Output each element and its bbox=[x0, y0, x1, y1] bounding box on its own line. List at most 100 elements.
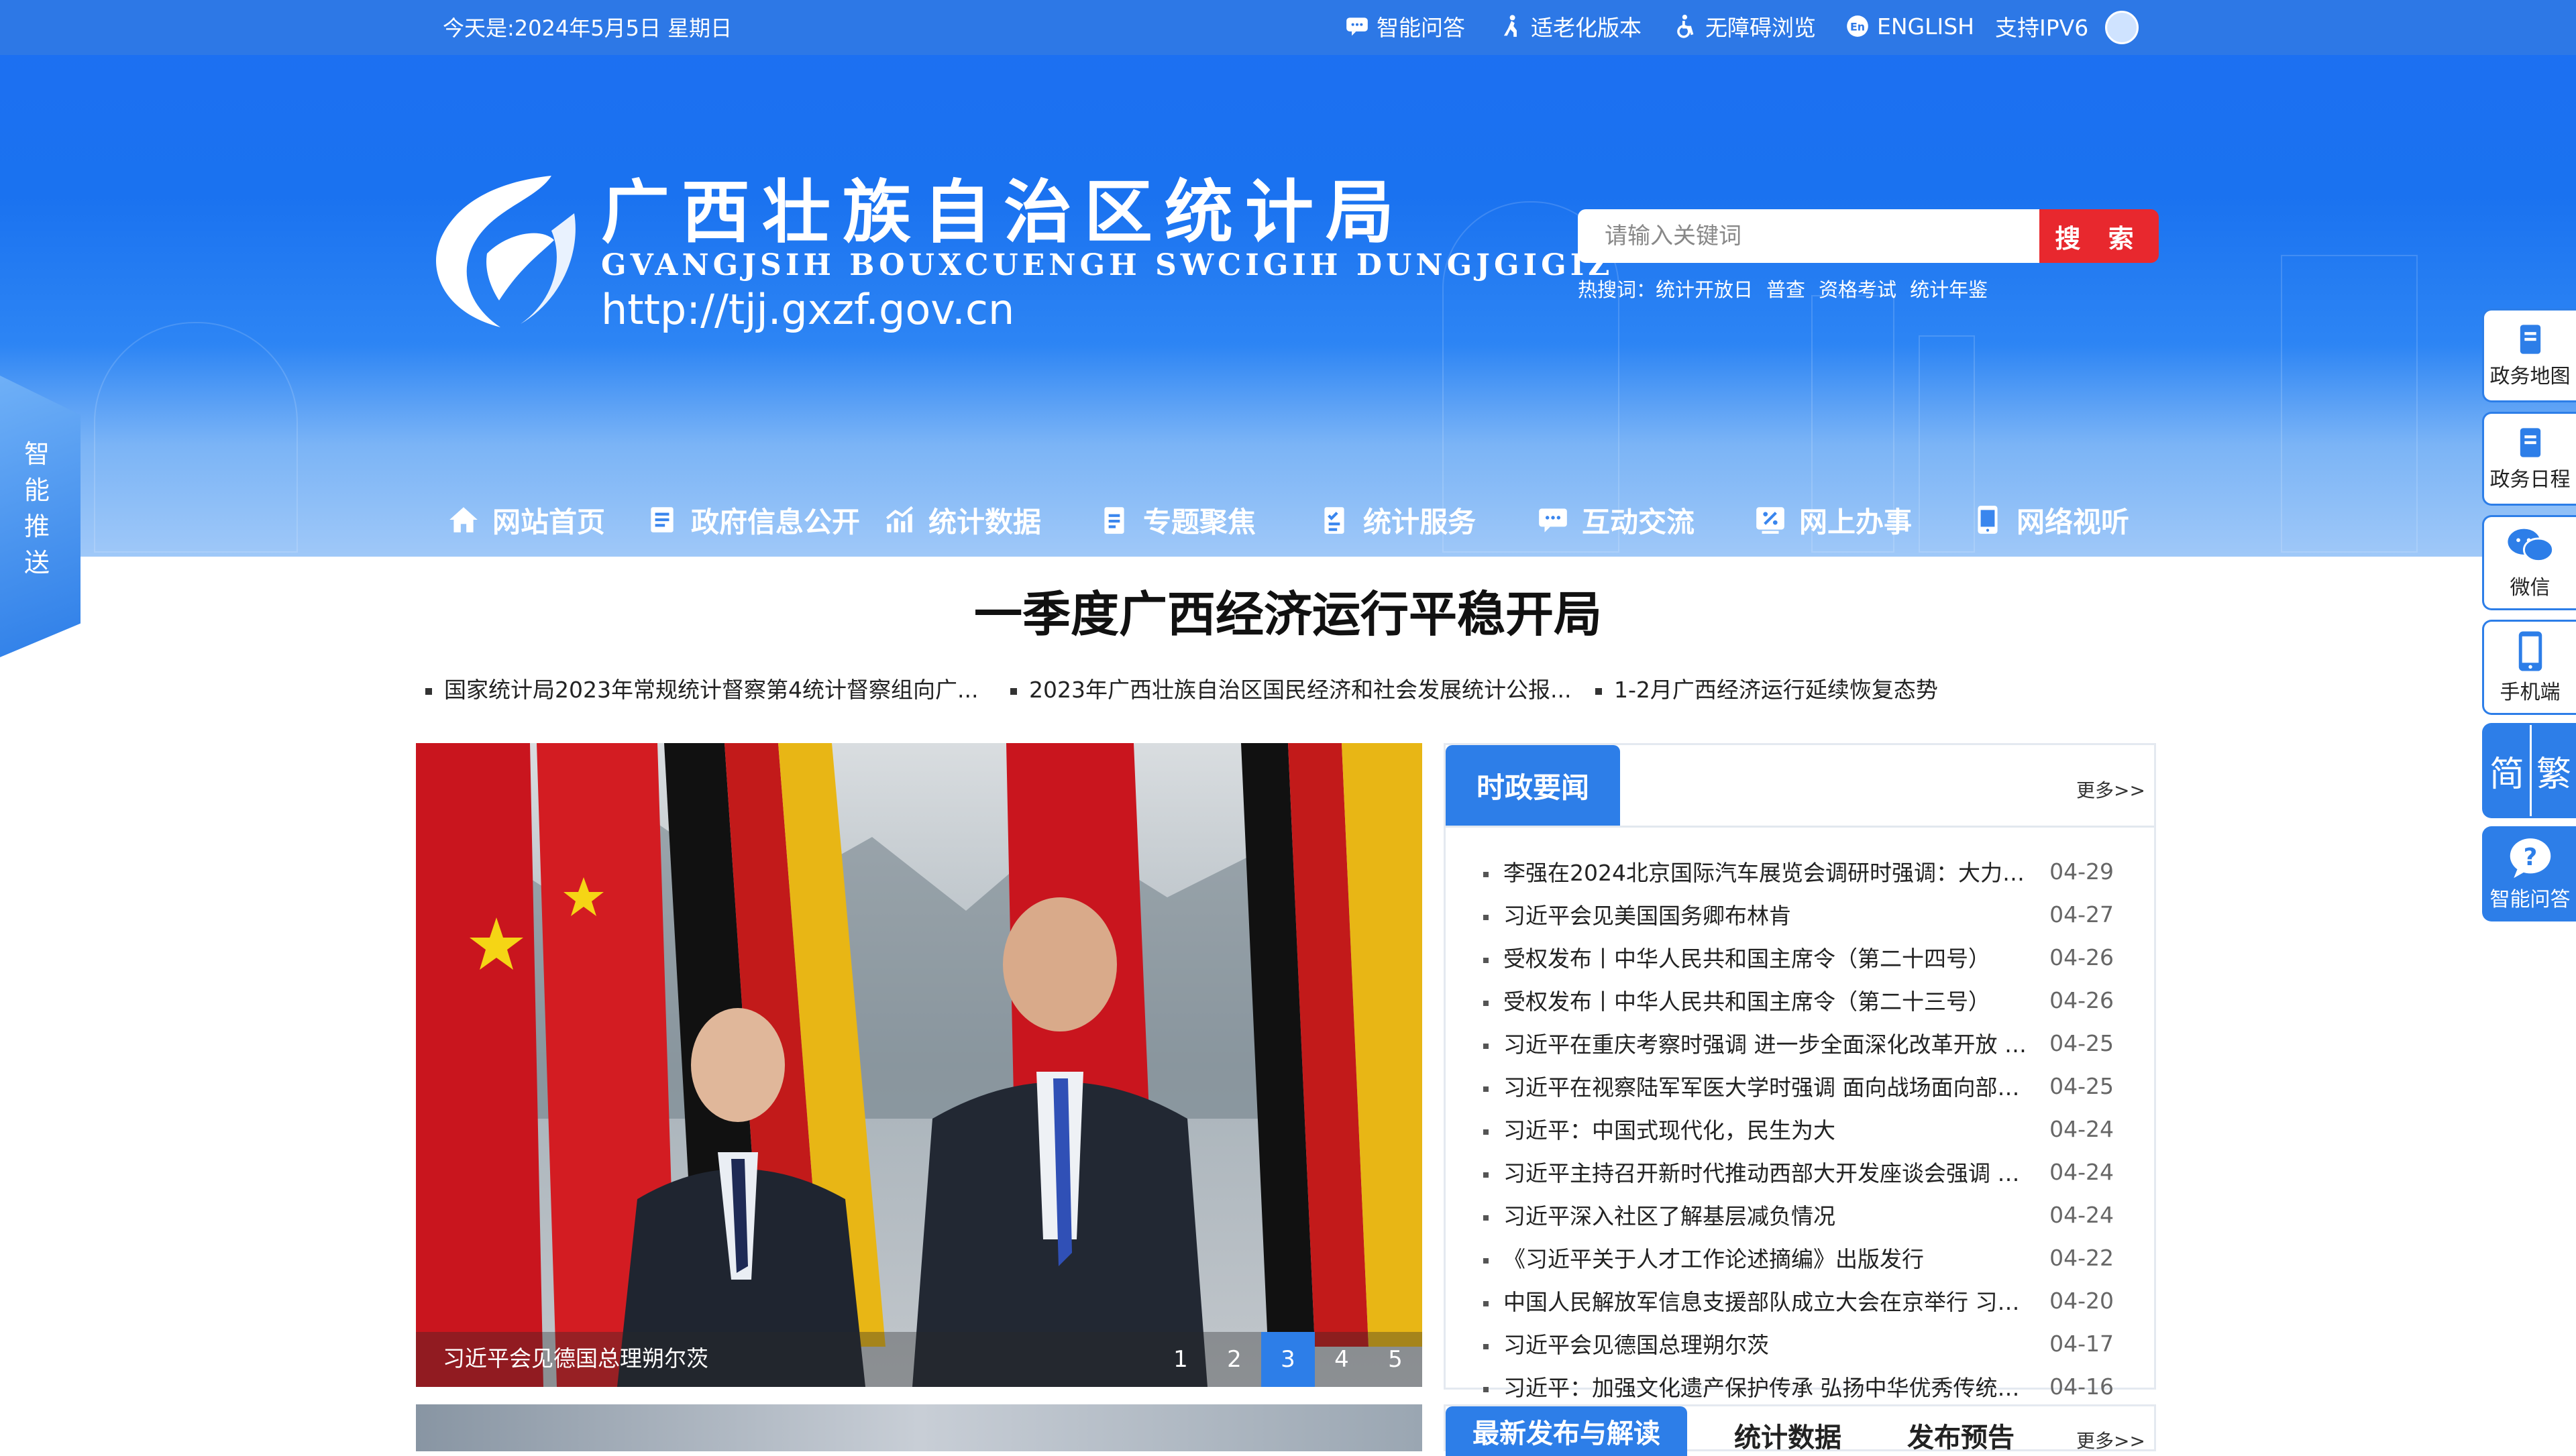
accessibility-icon bbox=[1677, 14, 1694, 38]
document-icon bbox=[651, 507, 674, 533]
nav-online-service[interactable]: 网上办事 bbox=[1754, 499, 1912, 541]
news-item-title[interactable]: 习近平在视察陆军军医大学时强调 面向战场面向部队面... bbox=[1483, 1070, 2027, 1102]
news-item-title[interactable]: 习近平深入社区了解基层减负情况 bbox=[1483, 1198, 2027, 1231]
ipv6-badge-icon bbox=[2105, 11, 2139, 44]
smart-push-char: 能 bbox=[23, 475, 50, 505]
traditional-button[interactable]: 繁 bbox=[2532, 725, 2576, 816]
current-date: 今天是:2024年5月5日 星期日 bbox=[443, 15, 733, 41]
hot-search-words: 热搜词： 统计开放日 普查 资格考试 统计年鉴 bbox=[1578, 276, 1988, 303]
smart-push-char: 智 bbox=[23, 439, 50, 469]
hot-word-1[interactable]: 统计开放日 bbox=[1656, 276, 1753, 303]
slider-page-1[interactable]: 1 bbox=[1154, 1332, 1208, 1387]
top-bar bbox=[0, 0, 2576, 55]
site-subtitle: GVANGJSIH BOUXCUENGH SWCIGIH DUNGJGIGIZ bbox=[601, 248, 1614, 282]
politics-news-panel: 时政要闻 更多>> 李强在2024北京国际汽车展览会调研时强调：大力发展... 0… bbox=[1444, 743, 2156, 1401]
news-item-title[interactable]: 李强在2024北京国际汽车展览会调研时强调：大力发展... bbox=[1483, 855, 2027, 887]
news-item[interactable]: 习近平会见德国总理朔尔茨 04-17 bbox=[1483, 1322, 2127, 1365]
news-item-date: 04-20 bbox=[2049, 1287, 2114, 1314]
bottom-more-link[interactable]: 更多>> bbox=[2076, 1426, 2145, 1453]
news-item-date: 04-25 bbox=[2049, 1072, 2114, 1099]
divider bbox=[1446, 826, 2154, 828]
hot-word-3[interactable]: 资格考试 bbox=[1819, 276, 1896, 303]
news-item-title[interactable]: 习近平主持召开新时代推动西部大开发座谈会强调 进一... bbox=[1483, 1156, 2027, 1188]
news-item[interactable]: 《习近平关于人才工作论述摘编》出版发行 04-22 bbox=[1483, 1236, 2127, 1279]
chat-icon bbox=[1346, 17, 1368, 36]
tab-release-forecast[interactable]: 发布预告 bbox=[1907, 1416, 2015, 1455]
news-item-date: 04-22 bbox=[2049, 1244, 2114, 1271]
news-item-title[interactable]: 中国人民解放军信息支援部队成立大会在京举行 习近平... bbox=[1483, 1284, 2027, 1317]
slider-page-3[interactable]: 3 bbox=[1261, 1332, 1315, 1387]
news-item-title[interactable]: 习近平会见德国总理朔尔茨 bbox=[1483, 1327, 2027, 1359]
news-item[interactable]: 习近平：加强文化遗产保护传承 弘扬中华优秀传统文化 04-16 bbox=[1483, 1365, 2127, 1408]
smart-push-char: 送 bbox=[23, 548, 50, 577]
elder-version-label: 适老化版本 bbox=[1531, 15, 1642, 41]
elder-version-link[interactable]: 适老化版本 bbox=[1499, 9, 1642, 43]
site-logo[interactable] bbox=[420, 166, 594, 334]
english-label: ENGLISH bbox=[1877, 13, 1974, 40]
nav-services[interactable]: 统计服务 bbox=[1318, 499, 1476, 541]
news-item-title[interactable]: 习近平：中国式现代化，民生为大 bbox=[1483, 1113, 2027, 1145]
news-item-date: 04-17 bbox=[2049, 1330, 2114, 1357]
nav-media[interactable]: 网络视听 bbox=[1971, 499, 2129, 541]
gov-map-button[interactable]: 政务地图 bbox=[2482, 309, 2576, 402]
news-more-link[interactable]: 更多>> bbox=[2076, 776, 2145, 803]
smart-push-label[interactable]: 智 能 推 送 bbox=[20, 436, 54, 581]
news-item[interactable]: 习近平在重庆考察时强调 进一步全面深化改革开放 不断... 04-25 bbox=[1483, 1021, 2127, 1064]
english-icon: En bbox=[1847, 15, 1868, 37]
chart-icon bbox=[885, 506, 914, 533]
nav-gov-info[interactable]: 政府信息公开 bbox=[645, 499, 860, 541]
accessibility-link[interactable]: 无障碍浏览 bbox=[1673, 9, 1816, 43]
nav-interaction-label: 互动交流 bbox=[1582, 505, 1695, 539]
calendar-icon bbox=[2520, 428, 2540, 457]
slider-page-4[interactable]: 4 bbox=[1315, 1332, 1368, 1387]
news-item[interactable]: 受权发布丨中华人民共和国主席令（第二十三号） 04-26 bbox=[1483, 978, 2127, 1021]
headline-sub-3[interactable]: 1-2月广西经济运行延续恢复态势 bbox=[1595, 673, 1938, 707]
slider-page-2[interactable]: 2 bbox=[1208, 1332, 1261, 1387]
news-item-title[interactable]: 习近平在重庆考察时强调 进一步全面深化改革开放 不断... bbox=[1483, 1027, 2027, 1059]
second-slider-photo[interactable] bbox=[416, 1404, 1422, 1451]
headline-sub-1[interactable]: 国家统计局2023年常规统计督察第4统计督察组向广... bbox=[425, 673, 978, 707]
news-item-title[interactable]: 受权发布丨中华人民共和国主席令（第二十三号） bbox=[1483, 984, 2027, 1016]
nav-topics[interactable]: 专题聚焦 bbox=[1097, 499, 1256, 541]
news-item[interactable]: 习近平：中国式现代化，民生为大 04-24 bbox=[1483, 1107, 2127, 1150]
news-item[interactable]: 习近平深入社区了解基层减负情况 04-24 bbox=[1483, 1193, 2127, 1236]
news-item-date: 04-29 bbox=[2049, 858, 2114, 885]
tab-stat-data[interactable]: 统计数据 bbox=[1734, 1416, 1841, 1455]
message-icon bbox=[1539, 508, 1567, 533]
emblem-icon bbox=[436, 176, 576, 327]
news-item-title[interactable]: 受权发布丨中华人民共和国主席令（第二十四号） bbox=[1483, 941, 2027, 973]
search-button[interactable]: 搜 索 bbox=[2039, 209, 2159, 263]
news-item[interactable]: 习近平会见美国国务卿布林肯 04-27 bbox=[1483, 893, 2127, 936]
news-item-title[interactable]: 习近平会见美国国务卿布林肯 bbox=[1483, 898, 2027, 930]
news-item[interactable]: 李强在2024北京国际汽车展览会调研时强调：大力发展... 04-29 bbox=[1483, 850, 2127, 893]
tab-politics-news[interactable]: 时政要闻 bbox=[1446, 745, 1620, 826]
simplified-button[interactable]: 简 bbox=[2484, 725, 2530, 816]
english-link[interactable]: En ENGLISH bbox=[1845, 9, 1974, 43]
hot-word-4[interactable]: 统计年鉴 bbox=[1910, 276, 1988, 303]
news-slider[interactable]: 习近平会见德国总理朔尔茨 1 2 3 4 5 bbox=[416, 743, 1422, 1387]
slider-caption[interactable]: 习近平会见德国总理朔尔茨 bbox=[443, 1341, 708, 1376]
gov-schedule-button[interactable]: 政务日程 bbox=[2482, 412, 2576, 506]
ipv6-label: 支持IPV6 bbox=[1995, 15, 2089, 41]
news-item[interactable]: 中国人民解放军信息支援部队成立大会在京举行 习近平... 04-20 bbox=[1483, 1279, 2127, 1322]
headline-title[interactable]: 一季度广西经济运行平稳开局 bbox=[0, 581, 2576, 648]
search-input[interactable]: 请输入关键词 bbox=[1578, 209, 2039, 263]
news-item[interactable]: 受权发布丨中华人民共和国主席令（第二十四号） 04-26 bbox=[1483, 936, 2127, 978]
percent-card-icon bbox=[1756, 507, 1784, 534]
slider-page-5[interactable]: 5 bbox=[1368, 1332, 1422, 1387]
nav-stat-data[interactable]: 统计数据 bbox=[883, 499, 1041, 541]
smart-qa-link[interactable]: 智能问答 bbox=[1344, 9, 1465, 43]
smart-qa-float-button[interactable]: ? 智能问答 bbox=[2482, 826, 2576, 921]
nav-home[interactable]: 网站首页 bbox=[447, 499, 605, 541]
news-item-date: 04-24 bbox=[2049, 1201, 2114, 1228]
news-item[interactable]: 习近平主持召开新时代推动西部大开发座谈会强调 进一... 04-24 bbox=[1483, 1150, 2127, 1193]
nav-gov-info-label: 政府信息公开 bbox=[691, 505, 861, 539]
news-item-title[interactable]: 习近平：加强文化遗产保护传承 弘扬中华优秀传统文化 bbox=[1483, 1370, 2027, 1402]
news-item-title[interactable]: 《习近平关于人才工作论述摘编》出版发行 bbox=[1483, 1241, 2027, 1274]
news-item[interactable]: 习近平在视察陆军军医大学时强调 面向战场面向部队面... 04-25 bbox=[1483, 1064, 2127, 1107]
help-chat-icon: ? bbox=[2510, 838, 2551, 879]
nav-interaction[interactable]: 互动交流 bbox=[1536, 499, 1695, 541]
hot-word-2[interactable]: 普查 bbox=[1766, 276, 1805, 303]
news-item-date: 04-26 bbox=[2049, 987, 2114, 1013]
headline-sub-2[interactable]: 2023年广西壮族自治区国民经济和社会发展统计公报... bbox=[1010, 673, 1571, 707]
